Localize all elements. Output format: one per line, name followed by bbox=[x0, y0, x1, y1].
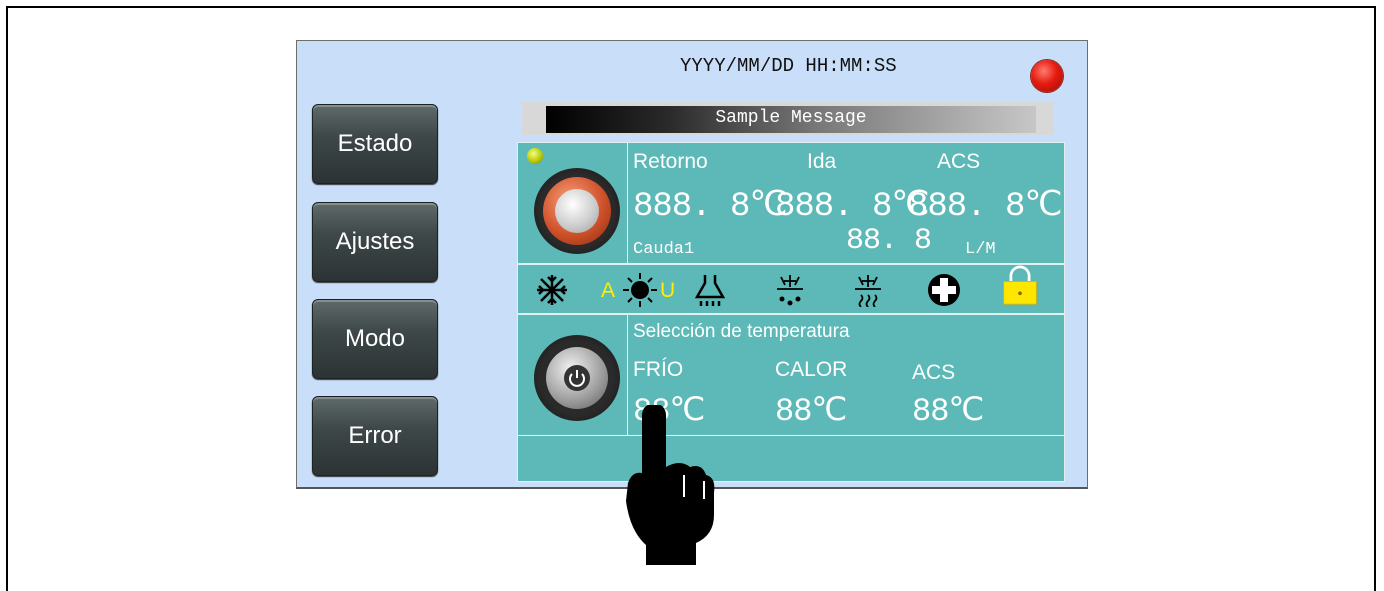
plus-icon[interactable] bbox=[924, 270, 964, 310]
modo-button[interactable]: Modo bbox=[312, 299, 438, 379]
defrost-drip-icon[interactable] bbox=[770, 270, 810, 310]
retorno-value: 888. 8℃ bbox=[633, 188, 788, 226]
message-text: Sample Message bbox=[715, 108, 867, 128]
sun-auto-icon[interactable] bbox=[620, 270, 660, 310]
datetime-display: YYYY/MM/DD HH:MM:SS bbox=[680, 55, 897, 77]
flow-value: 88. 8 bbox=[846, 224, 932, 258]
calor-label: CALOR bbox=[775, 358, 848, 381]
auto-label-u: U bbox=[660, 279, 676, 302]
calor-value[interactable]: 88℃ bbox=[775, 390, 847, 430]
acs-temp-value[interactable]: 88℃ bbox=[912, 390, 984, 430]
shower-icon[interactable] bbox=[690, 270, 730, 310]
status-led-icon bbox=[527, 148, 543, 164]
pointing-hand-icon bbox=[620, 403, 716, 572]
alarm-led-icon[interactable] bbox=[1031, 60, 1063, 92]
frio-label: FRÍO bbox=[633, 358, 684, 381]
snowflake-icon[interactable] bbox=[532, 270, 572, 310]
heater-knob-icon[interactable] bbox=[534, 168, 620, 254]
flow-label: Cauda1 bbox=[633, 240, 695, 259]
auto-label-a: A bbox=[601, 279, 616, 302]
estado-button[interactable]: Estado bbox=[312, 104, 438, 184]
acs-reading-label: ACS bbox=[937, 150, 981, 173]
temperature-bottom-divider bbox=[518, 435, 1064, 436]
ida-label: Ida bbox=[807, 150, 837, 173]
readings-divider bbox=[627, 143, 628, 263]
ajustes-button[interactable]: Ajustes bbox=[312, 202, 438, 282]
retorno-label: Retorno bbox=[633, 150, 708, 173]
ida-value: 888. 8℃ bbox=[775, 188, 930, 226]
lock-icon[interactable] bbox=[1000, 265, 1040, 306]
acs-temp-label: ACS bbox=[912, 361, 956, 384]
temperature-title: Selección de temperatura bbox=[633, 321, 850, 342]
flow-unit: L/M bbox=[965, 240, 996, 259]
power-button[interactable] bbox=[534, 335, 620, 421]
error-button[interactable]: Error bbox=[312, 396, 438, 476]
power-icon bbox=[564, 365, 590, 391]
heat-snow-icon[interactable] bbox=[848, 270, 888, 310]
acs-reading-value: 888. 8℃ bbox=[908, 188, 1063, 226]
